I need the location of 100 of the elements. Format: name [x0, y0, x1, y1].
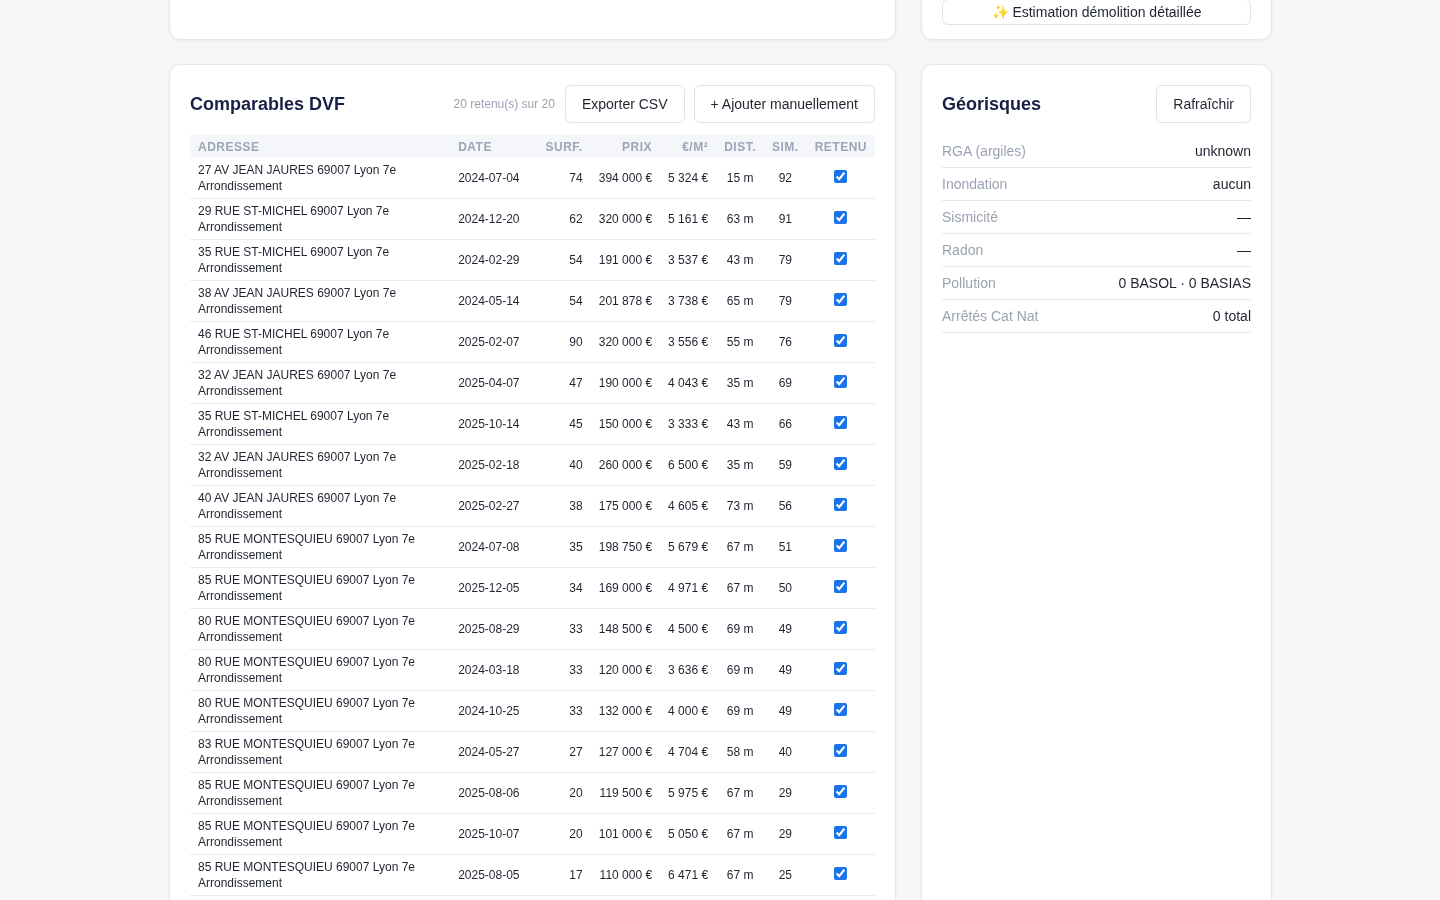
retained-checkbox[interactable]: [834, 825, 848, 839]
surface-cell: 74: [537, 158, 591, 199]
surface-cell: 38: [537, 485, 591, 527]
similarity-cell: 76: [764, 321, 807, 363]
address-cell: 32 AV JEAN JAURES 69007 Lyon 7e Arrondissement: [190, 362, 451, 404]
price-per-m2-cell: 4 500 €: [660, 608, 717, 650]
price-cell: 198 750 €: [590, 526, 661, 568]
distance-cell: 43 m: [716, 239, 764, 281]
column-header: DIST.: [716, 135, 764, 158]
retained-checkbox[interactable]: [834, 456, 848, 470]
surface-cell: 33: [537, 649, 591, 691]
retained-checkbox[interactable]: [834, 579, 848, 593]
similarity-cell: 49: [764, 649, 807, 691]
price-cell: 132 000 €: [590, 690, 661, 732]
retained-checkbox[interactable]: [834, 784, 848, 798]
distance-cell: 35 m: [716, 444, 764, 486]
risk-label: Radon: [942, 242, 984, 258]
price-per-m2-cell: 5 679 €: [660, 526, 717, 568]
card-title: Géorisques: [942, 93, 1043, 115]
similarity-cell: 51: [764, 526, 807, 568]
similarity-cell: 25: [764, 854, 807, 896]
distance-cell: 69 m: [716, 690, 764, 732]
retained-checkbox[interactable]: [834, 415, 848, 429]
distance-cell: 67 m: [716, 813, 764, 855]
price-cell: 119 500 €: [590, 772, 661, 814]
add-button[interactable]: + Ajouter manuellement: [693, 85, 875, 123]
similarity-cell: 66: [764, 403, 807, 445]
surface-cell: 20: [537, 772, 591, 814]
price-cell: 169 000 €: [590, 567, 661, 609]
address-cell: 80 RUE MONTESQUIEU 69007 Lyon 7e Arrondissement: [190, 608, 451, 650]
risk-label: Pollution: [942, 275, 996, 291]
surface-cell: 20: [537, 813, 591, 855]
distance-cell: 58 m: [716, 731, 764, 773]
risk-value: —: [1237, 242, 1251, 258]
retained-checkbox[interactable]: [834, 497, 848, 511]
price-per-m2-cell: 5 050 €: [660, 813, 717, 855]
retained-checkbox[interactable]: [834, 866, 848, 880]
retained-checkbox[interactable]: [834, 620, 848, 634]
similarity-cell: 40: [764, 731, 807, 773]
date-cell: 2024-03-18: [450, 649, 538, 691]
date-cell: 2024-07-04: [450, 158, 538, 199]
address-cell: 38 AV JEAN JAURES 69007 Lyon 7e Arrondissement: [190, 280, 451, 322]
date-cell: 2025-08-06: [450, 772, 538, 814]
price-cell: 320 000 €: [590, 321, 661, 363]
similarity-cell: 79: [764, 239, 807, 281]
risk-value: 0 total: [1212, 308, 1251, 324]
retained-checkbox[interactable]: [834, 292, 848, 306]
price-per-m2-cell: 6 500 €: [660, 444, 717, 486]
date-cell: 2025-02-18: [450, 444, 538, 486]
distance-cell: 15 m: [716, 158, 764, 199]
distance-cell: 43 m: [716, 403, 764, 445]
similarity-cell: 56: [764, 485, 807, 527]
distance-cell: 67 m: [716, 854, 764, 896]
retained-count: 20 retenu(s) sur 20: [453, 97, 555, 111]
distance-cell: 73 m: [716, 485, 764, 527]
address-cell: 85 RUE MONTESQUIEU 69007 Lyon 7e Arrondissement: [190, 772, 451, 814]
retained-checkbox[interactable]: [834, 661, 848, 675]
column-header: RETENU: [806, 135, 875, 158]
surface-cell: 47: [537, 362, 591, 404]
similarity-cell: 92: [764, 158, 807, 199]
address-cell: 85 RUE MONTESQUIEU 69007 Lyon 7e Arrondissement: [190, 813, 451, 855]
risk-value: aucun: [1212, 176, 1251, 192]
retained-checkbox[interactable]: [834, 169, 848, 183]
export-button[interactable]: Exporter CSV: [564, 85, 685, 123]
date-cell: 2025-02-07: [450, 321, 538, 363]
surface-cell: 33: [537, 690, 591, 732]
risk-value: —: [1237, 209, 1251, 225]
price-cell: 175 000 €: [590, 485, 661, 527]
similarity-cell: 50: [764, 567, 807, 609]
retained-checkbox[interactable]: [834, 538, 848, 552]
price-cell: 127 000 €: [590, 731, 661, 773]
retained-checkbox[interactable]: [834, 702, 848, 716]
price-cell: 394 000 €: [590, 158, 661, 199]
distance-cell: 35 m: [716, 362, 764, 404]
address-cell: 35 RUE ST-MICHEL 69007 Lyon 7e Arrondissement: [190, 239, 451, 281]
refresh-button[interactable]: Rafraîchir: [1156, 85, 1251, 123]
address-cell: 35 RUE ST-MICHEL 69007 Lyon 7e Arrondissement: [190, 403, 451, 445]
estimation-button[interactable]: ✨ Estimation démolition détaillée: [942, 0, 1251, 25]
retained-checkbox[interactable]: [834, 251, 848, 265]
retained-checkbox[interactable]: [834, 374, 848, 388]
column-header: DATE: [450, 135, 538, 158]
similarity-cell: 91: [764, 198, 807, 240]
date-cell: 2024-12-20: [450, 198, 538, 240]
similarity-cell: 29: [764, 813, 807, 855]
surface-cell: 27: [537, 731, 591, 773]
surface-cell: 90: [537, 321, 591, 363]
distance-cell: 69 m: [716, 608, 764, 650]
retained-checkbox[interactable]: [834, 333, 848, 347]
retained-checkbox[interactable]: [834, 743, 848, 757]
price-per-m2-cell: 4 000 €: [660, 690, 717, 732]
address-cell: 32 AV JEAN JAURES 69007 Lyon 7e Arrondissement: [190, 444, 451, 486]
distance-cell: 69 m: [716, 649, 764, 691]
date-cell: 2024-02-29: [450, 239, 538, 281]
price-per-m2-cell: 3 333 €: [660, 403, 717, 445]
surface-cell: 45: [537, 403, 591, 445]
address-cell: 29 RUE ST-MICHEL 69007 Lyon 7e Arrondissement: [190, 198, 451, 240]
retained-checkbox[interactable]: [834, 210, 848, 224]
price-cell: 201 878 €: [590, 280, 661, 322]
risk-label: Inondation: [942, 176, 1008, 192]
price-per-m2-cell: 4 971 €: [660, 567, 717, 609]
